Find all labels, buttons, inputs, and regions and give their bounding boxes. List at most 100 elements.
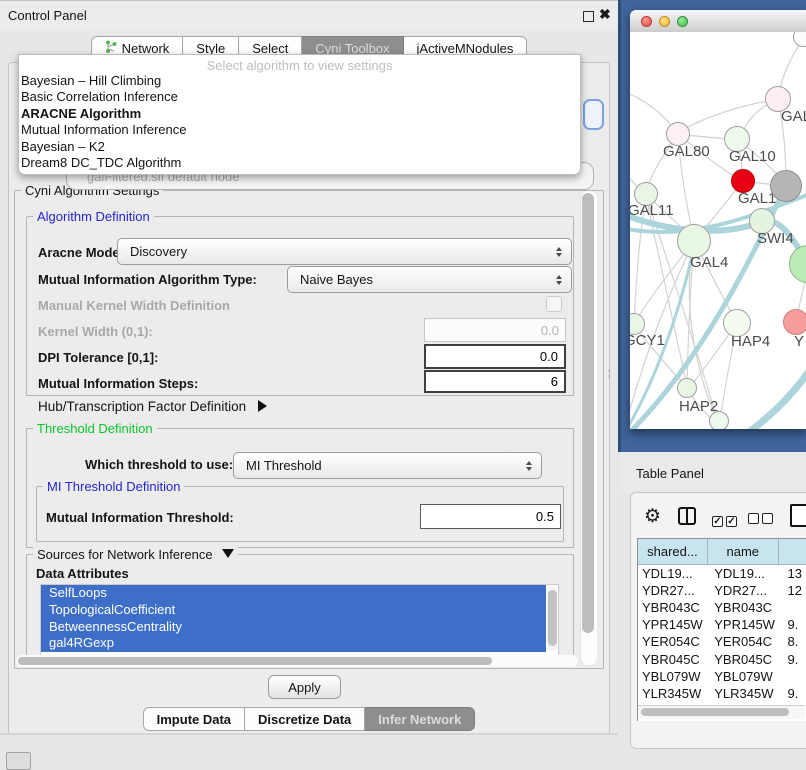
table-cell: YPR145W — [710, 617, 783, 632]
network-node[interactable] — [709, 411, 729, 429]
table-cell: YER054C — [638, 634, 710, 649]
tab-label: Infer Network — [378, 712, 461, 727]
select-all-checkboxes-icon[interactable]: ✓✓ — [712, 511, 740, 529]
data-attributes-list[interactable]: SelfLoopsTopologicalCoefficientBetweenne… — [40, 584, 559, 656]
table-row[interactable]: YBR043CYBR043C — [638, 599, 806, 616]
attr-list-scroll-thumb[interactable] — [548, 590, 557, 646]
aracne-mode-label: Aracne Mode: — [38, 245, 124, 260]
settings-vertical-scroll-thumb[interactable] — [582, 193, 594, 633]
mi-steps-field[interactable] — [424, 370, 566, 393]
aracne-mode-combo[interactable]: Discovery — [117, 238, 572, 265]
algorithm-options-list: Bayesian – Hill ClimbingBasic Correlatio… — [19, 73, 580, 171]
apply-button[interactable]: Apply — [268, 675, 341, 699]
table-settings-gear-icon[interactable]: ⚙ — [644, 505, 661, 528]
network-canvas[interactable]: GALGAL80GAL10GAL1GAL11SWI4GAL4GCY1HAP4YH… — [630, 32, 806, 429]
aracne-mode-value: Discovery — [130, 244, 187, 259]
algorithm-definition-title: Algorithm Definition — [33, 209, 154, 224]
algorithm-dropdown-popup: Select algorithm to view settings Bayesi… — [18, 54, 581, 175]
close-panel-icon[interactable]: ✖ — [599, 6, 611, 23]
which-threshold-combo[interactable]: MI Threshold — [233, 452, 542, 479]
network-node[interactable] — [770, 170, 802, 202]
network-window[interactable]: GALGAL80GAL10GAL1GAL11SWI4GAL4GCY1HAP4YH… — [630, 10, 806, 429]
panel-bottom-divider — [0, 733, 618, 735]
algorithm-option-aracne-algorithm[interactable]: ARACNE Algorithm — [19, 106, 580, 122]
node-label: GAL4 — [690, 254, 728, 271]
table-cell: YPR145W — [638, 617, 710, 632]
table-panel-title: Table Panel — [636, 466, 704, 481]
table-row[interactable]: YER054CYER054C8. — [638, 633, 806, 650]
manual-kernel-width-checkbox[interactable] — [546, 296, 562, 312]
node-label: GAL10 — [729, 148, 776, 165]
node-label: SWI4 — [757, 230, 794, 247]
hub-definition-label: Hub/Transcription Factor Definition — [38, 399, 246, 414]
split-columns-icon[interactable] — [678, 507, 696, 525]
settings-horizontal-scroll-thumb[interactable] — [18, 657, 492, 665]
window-zoom-icon[interactable] — [677, 16, 688, 27]
table-horizontal-scroll-thumb[interactable] — [641, 708, 789, 716]
hub-definition-toggle[interactable]: Hub/Transcription Factor Definition — [38, 399, 267, 414]
network-node-y[interactable] — [783, 309, 806, 335]
column-header-shared-name[interactable]: shared... — [638, 539, 708, 565]
kernel-width-field[interactable] — [424, 318, 566, 342]
mi-steps-label: Mutual Information Steps: — [38, 376, 198, 391]
table-header-row: shared... name — [638, 539, 806, 565]
table-cell: YDR27... — [638, 583, 710, 598]
mi-threshold-field[interactable] — [420, 504, 561, 529]
algorithm-option-dream8-dc-tdc-algorithm[interactable]: Dream8 DC_TDC Algorithm — [19, 155, 580, 171]
deselect-all-checkboxes-icon[interactable] — [748, 511, 776, 529]
node-label: GAL11 — [630, 202, 674, 219]
manual-kernel-width-label: Manual Kernel Width Definition — [38, 298, 230, 313]
tab-impute-data[interactable]: Impute Data — [143, 707, 245, 731]
attribute-item-gal4rgexp[interactable]: gal4RGexp — [41, 635, 546, 652]
network-node-gal4[interactable] — [677, 224, 711, 258]
tab-label: Discretize Data — [258, 712, 351, 727]
combo-arrows-icon — [556, 275, 562, 285]
mi-algorithm-type-combo[interactable]: Naive Bayes — [287, 266, 572, 293]
algorithm-option-mutual-information-inference[interactable]: Mutual Information Inference — [19, 122, 580, 138]
data-attributes-label: Data Attributes — [36, 566, 129, 581]
splitter-handle[interactable]: ‹› — [608, 368, 618, 380]
table-cell: YBL079W — [710, 669, 783, 684]
collapse-arrow-icon[interactable] — [222, 549, 234, 558]
sources-title: Sources for Network Inference — [33, 547, 238, 562]
combo-arrows-icon — [526, 461, 532, 471]
table-cell: YDR27... — [710, 583, 783, 598]
new-table-icon[interactable] — [790, 504, 806, 527]
table-row[interactable]: YLR345WYLR345W9. — [638, 685, 806, 702]
table-cell: YBR045C — [710, 652, 783, 667]
table-row[interactable]: YPR145WYPR145W9. — [638, 616, 806, 633]
column-header-name[interactable]: name — [708, 539, 779, 565]
corner-widget[interactable] — [6, 752, 31, 770]
network-window-titlebar[interactable] — [630, 10, 806, 33]
table-cell: YLR345W — [710, 686, 783, 701]
table-cell: YBL079W — [638, 669, 710, 684]
cyni-bottom-tabs: Impute Data Discretize Data Infer Network — [0, 707, 618, 731]
column-header-cut[interactable] — [779, 539, 806, 565]
node-label: GCY1 — [630, 332, 665, 349]
attr-list-scrollbar[interactable] — [547, 587, 557, 651]
window-minimize-icon[interactable] — [659, 16, 670, 27]
network-node-hap2[interactable] — [677, 378, 697, 398]
table-cell: 9. — [784, 617, 806, 632]
mi-threshold-group-title: MI Threshold Definition — [43, 479, 184, 494]
inference-algorithm-combo-edge[interactable] — [583, 99, 604, 130]
float-panel-icon[interactable] — [583, 11, 594, 22]
attribute-item-selfloops[interactable]: SelfLoops — [41, 585, 546, 602]
table-row[interactable]: YBL079WYBL079W — [638, 668, 806, 685]
window-close-icon[interactable] — [641, 16, 652, 27]
tab-infer-network[interactable]: Infer Network — [365, 707, 475, 731]
node-table[interactable]: shared... name YDL19...YDL19...13YDR27..… — [637, 538, 806, 721]
table-row[interactable]: YDR27...YDR27...12 — [638, 582, 806, 599]
tab-discretize-data[interactable]: Discretize Data — [245, 707, 365, 731]
dpi-tolerance-field[interactable] — [424, 344, 566, 369]
kernel-width-label: Kernel Width (0,1): — [38, 324, 153, 339]
attribute-item-topologicalcoefficient[interactable]: TopologicalCoefficient — [41, 602, 546, 619]
threshold-definition-title: Threshold Definition — [33, 421, 157, 436]
algorithm-option-bayesian-hill-climbing[interactable]: Bayesian – Hill Climbing — [19, 73, 580, 89]
algorithm-option-bayesian-k2[interactable]: Bayesian – K2 — [19, 139, 580, 155]
table-rows: YDL19...YDL19...13YDR27...YDR27...12YBR0… — [638, 565, 806, 719]
table-row[interactable]: YBR045CYBR045C9. — [638, 650, 806, 667]
table-row[interactable]: YDL19...YDL19...13 — [638, 565, 806, 582]
algorithm-option-basic-correlation-inference[interactable]: Basic Correlation Inference — [19, 89, 580, 105]
attribute-item-betweennesscentrality[interactable]: BetweennessCentrality — [41, 619, 546, 636]
